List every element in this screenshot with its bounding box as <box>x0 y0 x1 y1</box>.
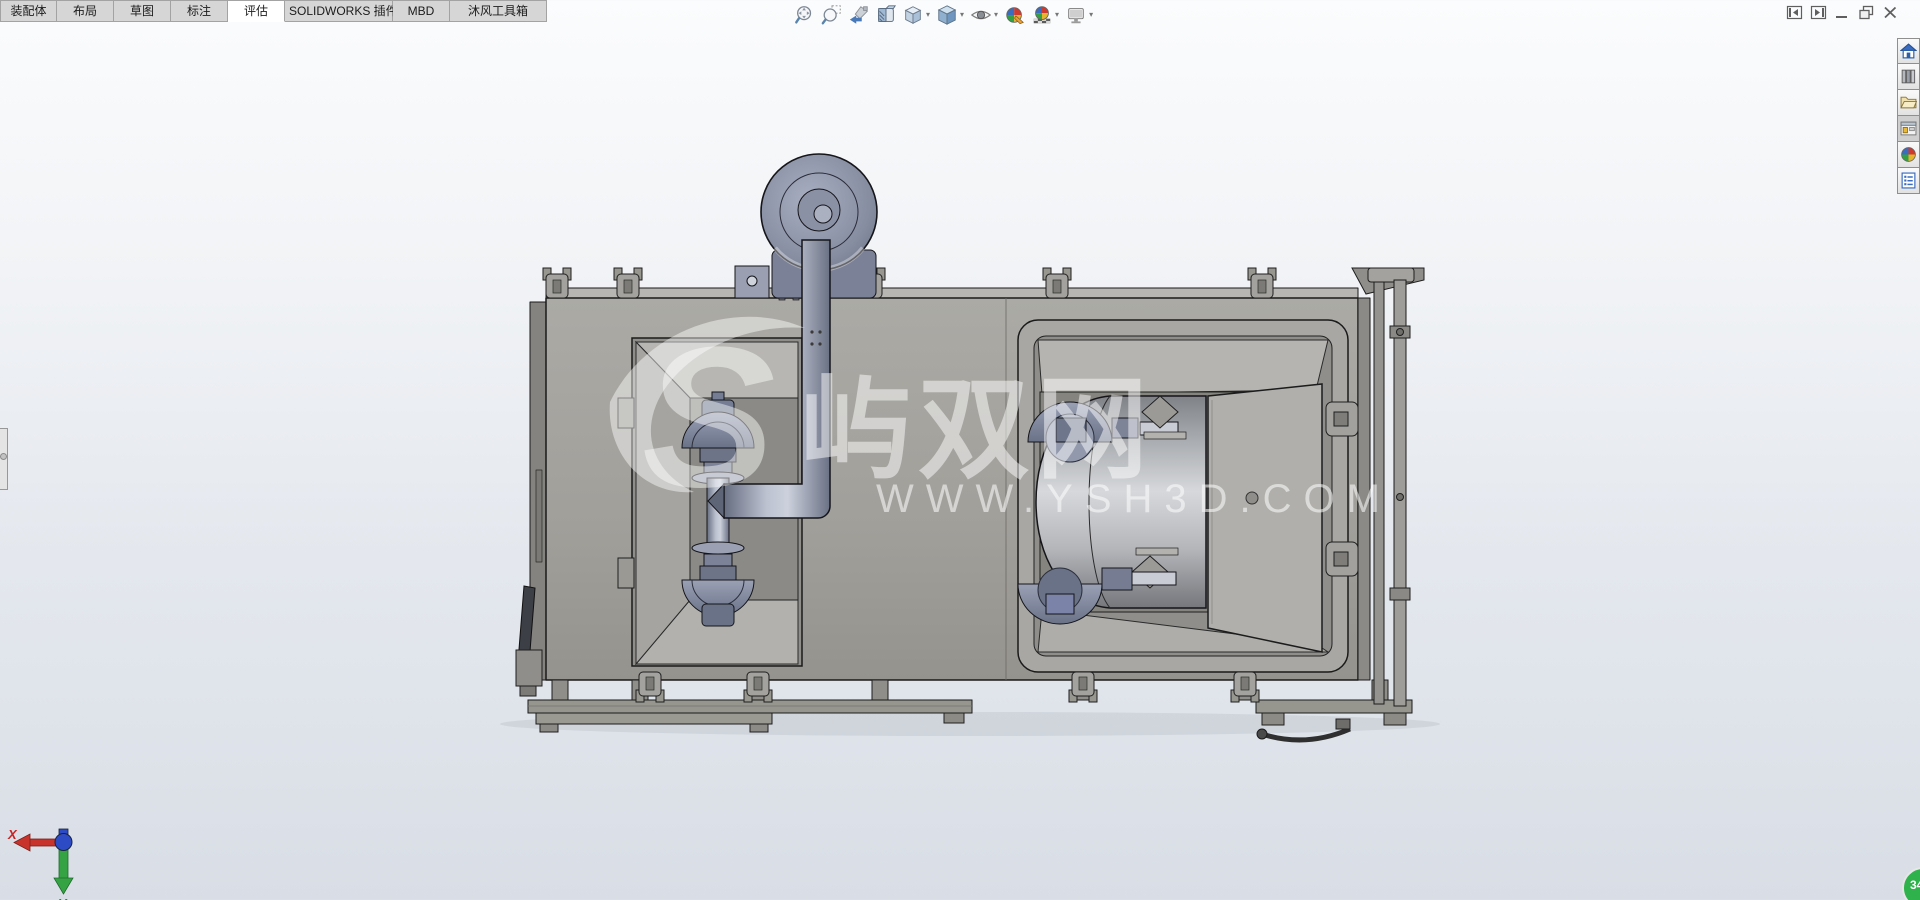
collapse-right-pane-button[interactable] <box>1810 5 1827 20</box>
previous-view-button[interactable] <box>847 3 871 27</box>
badge-count: 34 <box>1910 878 1920 892</box>
eye-icon <box>970 10 992 20</box>
flange-bottom <box>691 541 745 555</box>
triad-x-label: X <box>7 827 18 842</box>
tab-sketch[interactable]: 草图 <box>114 0 171 22</box>
section-view-button[interactable] <box>874 3 898 27</box>
hide-show-items-dropdown[interactable]: ▾ <box>993 4 999 26</box>
tab-assembly[interactable]: 装配体 <box>0 0 57 22</box>
zoom-to-area-button[interactable] <box>820 3 844 27</box>
section-view-icon <box>878 5 897 22</box>
minimize-button[interactable] <box>1834 5 1851 20</box>
graphics-area[interactable]: S 屿双网 WWW.YSH3D.COM <box>0 0 1920 900</box>
view-settings-icon <box>1068 8 1084 24</box>
watermark-url: WWW.YSH3D.COM <box>876 477 1392 521</box>
close-button[interactable] <box>1882 5 1899 20</box>
heads-up-view-toolbar: ▾ ▾ ▾ ▾ ▾ <box>793 2 1095 28</box>
watermark-logo: S <box>642 306 775 529</box>
apply-scene-icon <box>1033 6 1051 24</box>
apply-scene-dropdown[interactable]: ▾ <box>1054 4 1060 26</box>
view-orientation-button[interactable]: ▾ <box>901 3 932 27</box>
properties-form-icon <box>1901 172 1916 189</box>
close-icon <box>1884 6 1897 19</box>
tab-mufeng-toolbox[interactable]: 沐风工具箱 <box>450 0 547 22</box>
splitter-knob-icon <box>0 453 7 460</box>
hide-show-items-button[interactable]: ▾ <box>969 3 1000 27</box>
view-settings-button[interactable]: ▾ <box>1064 3 1095 27</box>
display-style-dropdown[interactable]: ▾ <box>959 4 965 26</box>
appearances-sphere-icon <box>1901 147 1916 162</box>
view-palette-icon <box>1900 121 1917 136</box>
previous-view-icon <box>849 6 868 24</box>
tab-appearances-scenes[interactable] <box>1897 142 1920 168</box>
apply-scene-button[interactable]: ▾ <box>1030 3 1061 27</box>
task-pane-strip <box>1897 38 1920 194</box>
collapse-left-pane-button[interactable] <box>1786 5 1803 20</box>
tab-file-explorer[interactable] <box>1897 90 1920 116</box>
zoom-to-area-icon <box>821 5 841 25</box>
view-orientation-dropdown[interactable]: ▾ <box>925 4 931 26</box>
tab-layout[interactable]: 布局 <box>57 0 114 22</box>
tab-evaluate[interactable]: 评估 <box>228 0 285 22</box>
tab-solidworks-resources[interactable] <box>1897 38 1920 64</box>
solidworks-window: { "ribbon_tabs": [ { "label": "装配体", "ac… <box>0 0 1920 900</box>
view-orientation-icon <box>904 6 922 24</box>
home-icon <box>1900 42 1917 58</box>
books-icon <box>1901 69 1916 84</box>
tab-view-palette[interactable] <box>1897 116 1920 142</box>
tab-solidworks-addins[interactable]: SOLIDWORKS 插件 <box>285 0 398 22</box>
triad-y-label: Y <box>58 896 68 900</box>
window-controls <box>1786 5 1899 20</box>
zoom-to-fit-button[interactable] <box>793 3 817 27</box>
folder-icon <box>1900 96 1917 109</box>
edit-appearance-button[interactable] <box>1003 3 1027 27</box>
tab-mbd[interactable]: MBD <box>393 0 450 22</box>
feature-panel-collapsed-tab[interactable] <box>0 428 8 490</box>
watermark-brand: 屿双网 <box>800 367 1154 492</box>
restore-icon <box>1859 5 1874 20</box>
collapse-left-pane-icon <box>1786 5 1803 20</box>
collapse-right-pane-icon <box>1810 5 1827 20</box>
orientation-triad: X Y <box>7 827 74 900</box>
view-settings-dropdown[interactable]: ▾ <box>1088 4 1094 26</box>
display-style-icon <box>937 5 957 25</box>
tab-design-library[interactable] <box>1897 64 1920 90</box>
display-style-button[interactable]: ▾ <box>935 3 966 27</box>
restore-button[interactable] <box>1858 5 1875 20</box>
ribbon-tab-bar: 装配体 布局 草图 标注 评估 SOLIDWORKS 插件 MBD 沐风工具箱 <box>0 0 547 22</box>
tab-annotation[interactable]: 标注 <box>171 0 228 22</box>
tab-custom-properties[interactable] <box>1897 168 1920 194</box>
edit-appearance-icon <box>1006 7 1024 25</box>
zoom-to-fit-icon <box>795 6 812 24</box>
minimize-icon <box>1836 16 1847 18</box>
support-feet <box>551 679 1389 701</box>
